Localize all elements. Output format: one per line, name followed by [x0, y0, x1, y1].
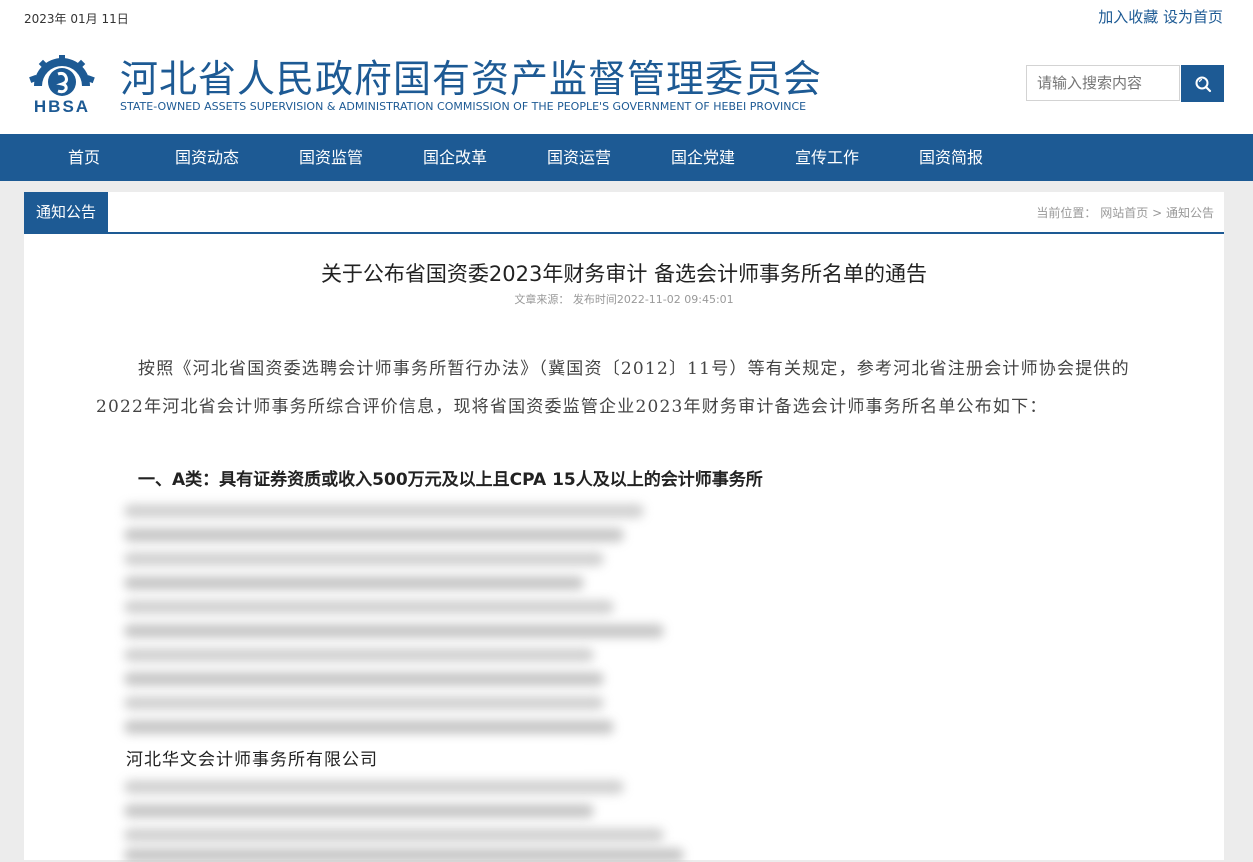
search-button[interactable]	[1181, 65, 1224, 102]
redacted-row	[124, 624, 664, 638]
section-heading: 一、A类：具有证券资质或收入500万元及以上且CPA 15人及以上的会计师事务所	[138, 470, 763, 490]
breadcrumb: 当前位置： 网站首页 > 通知公告	[1036, 204, 1214, 221]
redacted-row	[124, 504, 644, 518]
nav-item-soe-reform[interactable]: 国企改革	[423, 134, 487, 181]
add-favorite-link[interactable]: 加入收藏	[1098, 8, 1158, 26]
section-divider	[24, 232, 1224, 234]
redacted-row	[124, 672, 604, 686]
nav-item-state-assets-news[interactable]: 国资动态	[175, 134, 239, 181]
nav-item-publicity[interactable]: 宣传工作	[795, 134, 859, 181]
redacted-row	[124, 576, 584, 590]
breadcrumb-home-link[interactable]: 网站首页	[1100, 206, 1148, 220]
nav-item-home[interactable]: 首页	[68, 134, 100, 181]
redacted-row	[124, 720, 614, 734]
breadcrumb-separator: >	[1152, 206, 1163, 220]
redacted-row	[124, 648, 594, 662]
redacted-row	[124, 600, 614, 614]
hbsa-logo-icon[interactable]: HBSA	[22, 52, 102, 114]
redacted-row	[124, 780, 624, 794]
search-icon	[1195, 76, 1211, 92]
list-item: 河北华文会计师事务所有限公司	[126, 750, 378, 770]
breadcrumb-current-link[interactable]: 通知公告	[1166, 206, 1214, 220]
nav-item-party-building[interactable]: 国企党建	[671, 134, 735, 181]
content-panel: 通知公告 当前位置： 网站首页 > 通知公告 关于公布省国资委2023年财务审计…	[24, 192, 1224, 862]
top-links: 加入收藏 设为首页	[1098, 6, 1223, 27]
section-tab[interactable]: 通知公告	[24, 192, 108, 232]
logo-text: HBSA	[34, 97, 90, 114]
main-nav: 首页 国资动态 国资监管 国企改革 国资运营 国企党建 宣传工作 国资简报	[0, 134, 1253, 181]
site-title[interactable]: 河北省人民政府国有资产监督管理委员会	[120, 48, 822, 103]
article-title: 关于公布省国资委2023年财务审计 备选会计师事务所名单的通告	[320, 262, 928, 286]
set-homepage-link[interactable]: 设为首页	[1163, 8, 1223, 26]
redacted-row	[124, 804, 594, 818]
nav-item-supervision[interactable]: 国资监管	[299, 134, 363, 181]
redacted-row	[124, 552, 604, 566]
redacted-row	[124, 696, 604, 710]
breadcrumb-label: 当前位置：	[1036, 206, 1097, 220]
article-paragraph: 按照《河北省国资委选聘会计师事务所暂行办法》（冀国资〔2012〕11号）等有关规…	[96, 359, 1130, 417]
article-meta: 文章来源： 发布时间2022-11-02 09:45:01	[514, 293, 734, 306]
redacted-row	[124, 828, 664, 842]
nav-item-briefings[interactable]: 国资简报	[919, 134, 983, 181]
site-subtitle: STATE-OWNED ASSETS SUPERVISION & ADMINIS…	[120, 100, 807, 113]
nav-item-operations[interactable]: 国资运营	[547, 134, 611, 181]
current-date: 2023年 01月 11日	[24, 12, 129, 26]
header: 2023年 01月 11日 加入收藏 设为首页 HBSA 河北省人民政府国有资产…	[0, 0, 1253, 134]
redacted-row	[124, 528, 624, 542]
search-input[interactable]	[1026, 65, 1180, 101]
